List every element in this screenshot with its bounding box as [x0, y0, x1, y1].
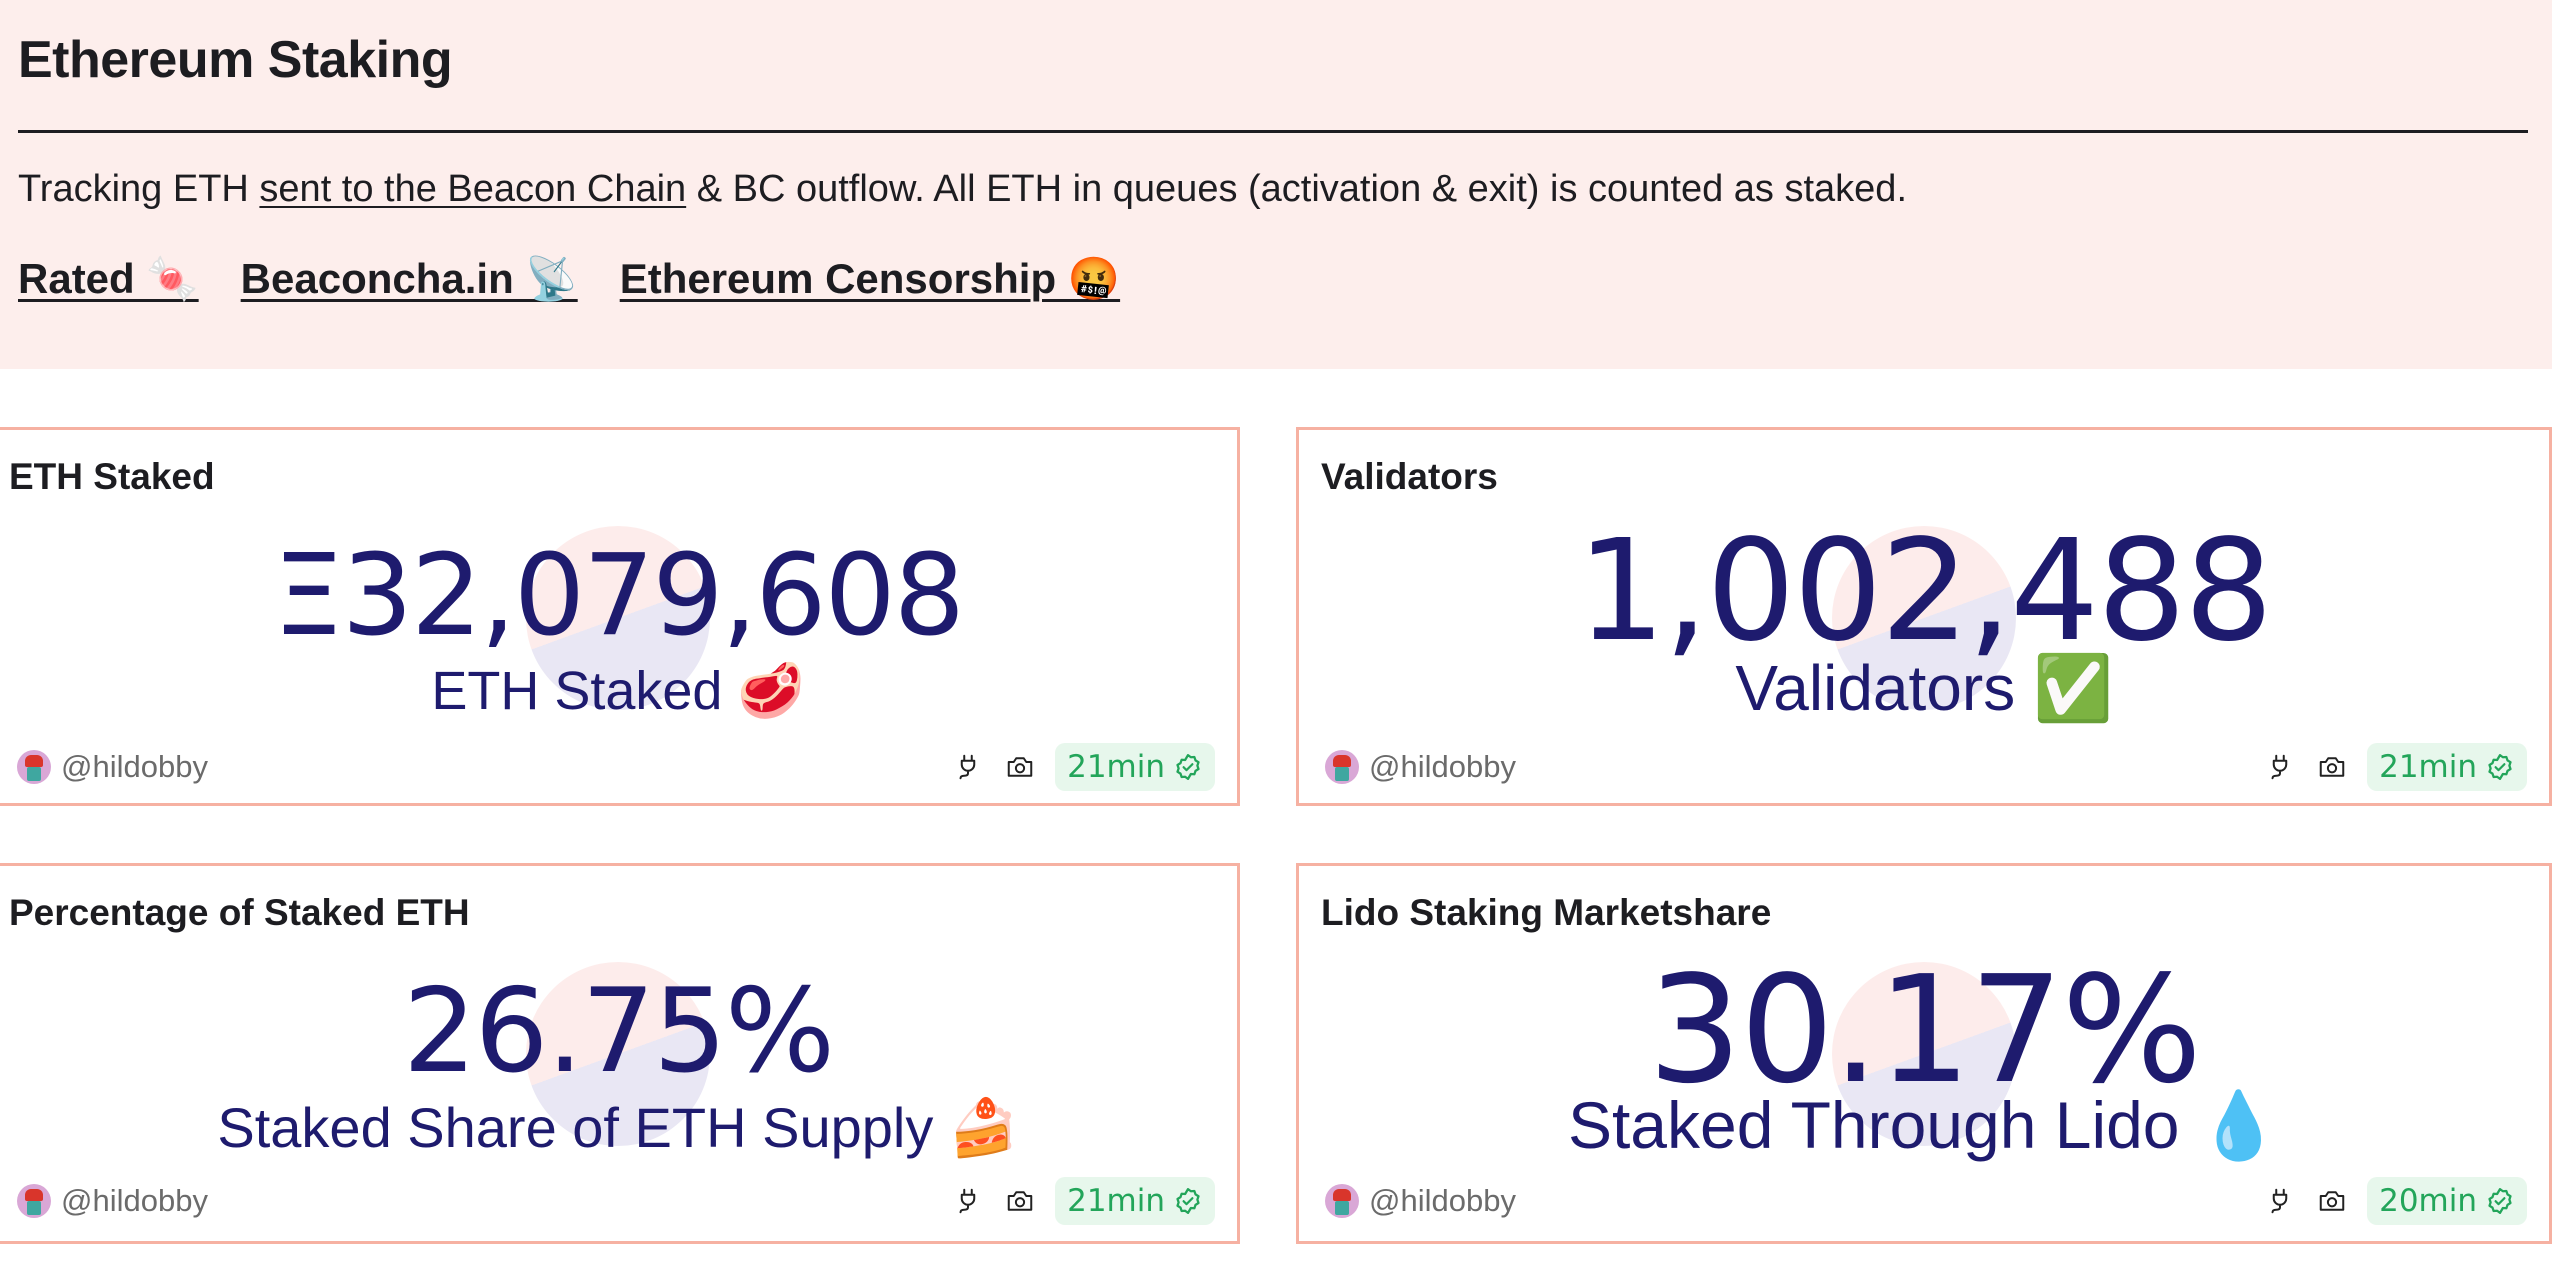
- freshness-badge[interactable]: 21min: [1055, 743, 1215, 791]
- counter-card-lido-marketshare: Lido Staking Marketshare 30.17% Staked T…: [1296, 863, 2552, 1244]
- card-actions: 20min: [2263, 1177, 2527, 1225]
- author[interactable]: @hildobby: [17, 749, 208, 785]
- verified-badge-icon: [2488, 754, 2512, 780]
- counter-subtitle: Staked Share of ETH Supply 🍰: [217, 1096, 1019, 1159]
- counter-value: 26.75%: [402, 964, 835, 1099]
- counter-card-eth-staked: ETH Staked Ξ32,079,608 ETH Staked 🥩 @hil…: [0, 427, 1240, 806]
- ethereum-censorship-link[interactable]: Ethereum Censorship 🤬: [620, 255, 1120, 304]
- card-title[interactable]: ETH Staked: [9, 456, 215, 498]
- card-actions: 21min: [951, 1177, 1215, 1225]
- freshness-text: 21min: [2379, 749, 2477, 785]
- freshness-badge[interactable]: 21min: [2367, 743, 2527, 791]
- rated-link[interactable]: Rated 🍬: [18, 255, 199, 304]
- description-prefix: Tracking ETH: [18, 168, 260, 210]
- freshness-text: 20min: [2379, 1183, 2477, 1219]
- plug-icon[interactable]: [951, 1184, 985, 1218]
- counter-subtitle: Staked Through Lido 💧: [1567, 1088, 2281, 1162]
- avatar: [1325, 1184, 1359, 1218]
- card-footer: @hildobby 21min: [0, 1167, 1237, 1237]
- plug-icon[interactable]: [2263, 1184, 2297, 1218]
- plug-icon[interactable]: [2263, 750, 2297, 784]
- page-title: Ethereum Staking: [18, 31, 453, 89]
- card-title[interactable]: Lido Staking Marketshare: [1321, 892, 1771, 934]
- dashboard-header: Ethereum Staking Tracking ETH sent to th…: [0, 0, 2552, 369]
- freshness-badge[interactable]: 21min: [1055, 1177, 1215, 1225]
- counter-subtitle: Validators ✅: [1735, 652, 2113, 724]
- external-links: Rated 🍬 Beaconcha.in 📡 Ethereum Censorsh…: [18, 255, 1120, 304]
- verified-badge-icon: [2488, 1188, 2512, 1214]
- camera-icon[interactable]: [2315, 1184, 2349, 1218]
- counter-value: 1,002,488: [1576, 510, 2274, 673]
- verified-badge-icon: [1176, 1188, 1200, 1214]
- card-footer: @hildobby 21min: [0, 733, 1237, 803]
- author[interactable]: @hildobby: [1325, 1183, 1516, 1219]
- counter-card-percentage-staked: Percentage of Staked ETH 26.75% Staked S…: [0, 863, 1240, 1244]
- card-title[interactable]: Validators: [1321, 456, 1498, 498]
- freshness-text: 21min: [1067, 1183, 1165, 1219]
- counter-value: Ξ32,079,608: [272, 531, 965, 661]
- plug-icon[interactable]: [951, 750, 985, 784]
- camera-icon[interactable]: [2315, 750, 2349, 784]
- avatar: [1325, 750, 1359, 784]
- counter-card-validators: Validators 1,002,488 Validators ✅ @hildo…: [1296, 427, 2552, 806]
- card-actions: 21min: [951, 743, 1215, 791]
- avatar: [17, 1184, 51, 1218]
- card-actions: 21min: [2263, 743, 2527, 791]
- avatar: [17, 750, 51, 784]
- camera-icon[interactable]: [1003, 750, 1037, 784]
- counter-subtitle: ETH Staked 🥩: [431, 661, 805, 721]
- freshness-text: 21min: [1067, 749, 1165, 785]
- author[interactable]: @hildobby: [1325, 749, 1516, 785]
- card-footer: @hildobby 20min: [1299, 1167, 2549, 1237]
- description-suffix: & BC outflow. All ETH in queues (activat…: [686, 168, 1907, 210]
- card-title[interactable]: Percentage of Staked ETH: [9, 892, 470, 934]
- header-divider: [18, 130, 2528, 133]
- author[interactable]: @hildobby: [17, 1183, 208, 1219]
- freshness-badge[interactable]: 20min: [2367, 1177, 2527, 1225]
- beaconchain-link[interactable]: Beaconcha.in 📡: [241, 255, 578, 304]
- header-description: Tracking ETH sent to the Beacon Chain & …: [18, 168, 1907, 211]
- card-footer: @hildobby 21min: [1299, 733, 2549, 803]
- verified-badge-icon: [1176, 754, 1200, 780]
- beacon-chain-link[interactable]: sent to the Beacon Chain: [259, 168, 686, 210]
- author-handle[interactable]: @hildobby: [61, 1183, 208, 1219]
- counter-value: 30.17%: [1647, 944, 2202, 1116]
- camera-icon[interactable]: [1003, 1184, 1037, 1218]
- author-handle[interactable]: @hildobby: [61, 749, 208, 785]
- author-handle[interactable]: @hildobby: [1369, 749, 1516, 785]
- author-handle[interactable]: @hildobby: [1369, 1183, 1516, 1219]
